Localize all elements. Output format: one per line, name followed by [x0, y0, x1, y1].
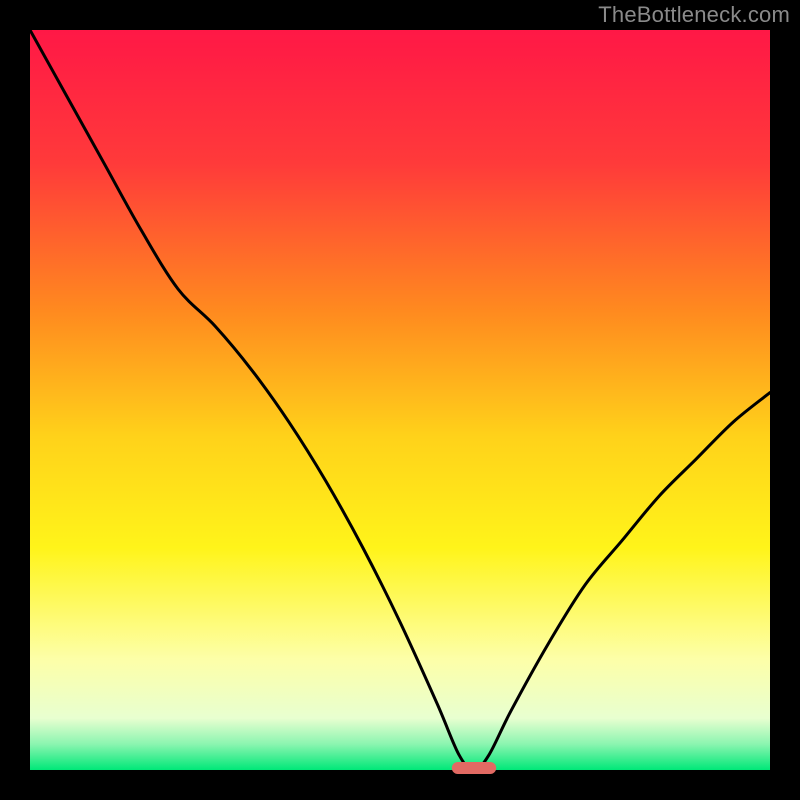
watermark-text: TheBottleneck.com	[598, 2, 790, 28]
gradient-background	[30, 30, 770, 770]
minimum-plateau-marker	[452, 762, 496, 774]
plot-area	[30, 30, 770, 774]
chart-container: TheBottleneck.com	[0, 0, 800, 800]
bottleneck-plot	[0, 0, 800, 800]
